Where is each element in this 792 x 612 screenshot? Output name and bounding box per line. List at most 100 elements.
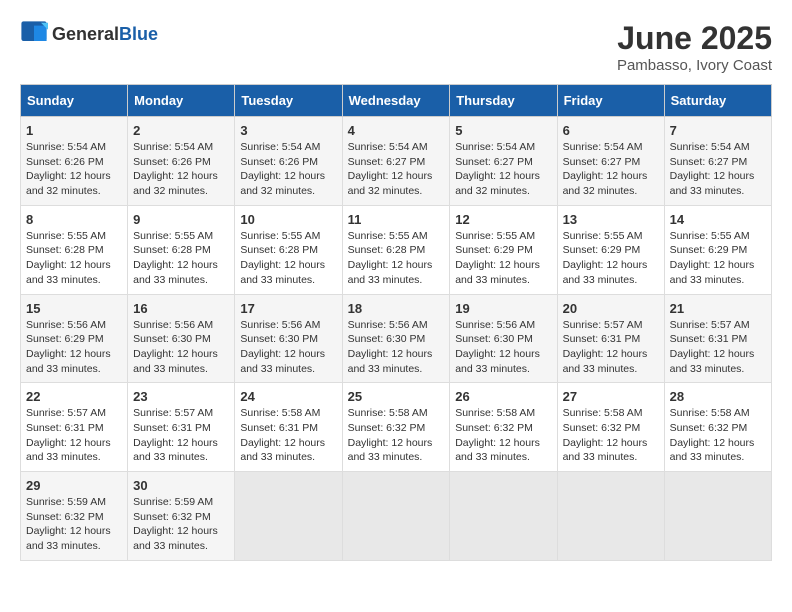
day-number: 13 xyxy=(563,212,659,227)
calendar-header: SundayMondayTuesdayWednesdayThursdayFrid… xyxy=(21,85,772,117)
title-area: June 2025 Pambasso, Ivory Coast xyxy=(617,20,772,74)
day-content: Sunrise: 5:55 AM Sunset: 6:29 PM Dayligh… xyxy=(455,229,551,288)
day-content: Sunrise: 5:54 AM Sunset: 6:27 PM Dayligh… xyxy=(670,140,766,199)
day-content: Sunrise: 5:55 AM Sunset: 6:28 PM Dayligh… xyxy=(133,229,229,288)
day-content: Sunrise: 5:54 AM Sunset: 6:26 PM Dayligh… xyxy=(133,140,229,199)
day-number: 4 xyxy=(348,123,445,138)
day-number: 8 xyxy=(26,212,122,227)
calendar-week-1: 1Sunrise: 5:54 AM Sunset: 6:26 PM Daylig… xyxy=(21,117,772,206)
day-content: Sunrise: 5:56 AM Sunset: 6:29 PM Dayligh… xyxy=(26,318,122,377)
calendar-cell: 4 Sunrise: 5:54 AM Sunset: 6:27 PM Daylig… xyxy=(342,117,450,206)
calendar-week-2: 8 Sunrise: 5:55 AM Sunset: 6:28 PM Daylig… xyxy=(21,205,772,294)
day-number: 19 xyxy=(455,301,551,316)
calendar-cell: 18 Sunrise: 5:56 AM Sunset: 6:30 PM Dayli… xyxy=(342,294,450,383)
calendar-cell: 20 Sunrise: 5:57 AM Sunset: 6:31 PM Dayli… xyxy=(557,294,664,383)
day-number: 29 xyxy=(26,478,122,493)
calendar-cell: 5 Sunrise: 5:54 AM Sunset: 6:27 PM Daylig… xyxy=(450,117,557,206)
calendar-cell: 23 Sunrise: 5:57 AM Sunset: 6:31 PM Dayli… xyxy=(128,383,235,472)
day-content: Sunrise: 5:58 AM Sunset: 6:32 PM Dayligh… xyxy=(670,406,766,465)
day-content: Sunrise: 5:56 AM Sunset: 6:30 PM Dayligh… xyxy=(240,318,336,377)
day-content: Sunrise: 5:55 AM Sunset: 6:28 PM Dayligh… xyxy=(348,229,445,288)
day-number: 30 xyxy=(133,478,229,493)
weekday-header-sunday: Sunday xyxy=(21,85,128,117)
month-title: June 2025 xyxy=(617,20,772,57)
calendar-week-3: 15Sunrise: 5:56 AM Sunset: 6:29 PM Dayli… xyxy=(21,294,772,383)
day-content: Sunrise: 5:55 AM Sunset: 6:29 PM Dayligh… xyxy=(563,229,659,288)
day-content: Sunrise: 5:58 AM Sunset: 6:32 PM Dayligh… xyxy=(563,406,659,465)
day-number: 20 xyxy=(563,301,659,316)
day-number: 21 xyxy=(670,301,766,316)
day-number: 11 xyxy=(348,212,445,227)
calendar-cell: 29 Sunrise: 5:59 AM Sunset: 6:32 PM Dayli… xyxy=(21,472,128,561)
day-number: 23 xyxy=(133,389,229,404)
calendar-cell xyxy=(235,472,342,561)
calendar-cell: 15Sunrise: 5:56 AM Sunset: 6:29 PM Dayli… xyxy=(21,294,128,383)
day-content: Sunrise: 5:58 AM Sunset: 6:32 PM Dayligh… xyxy=(455,406,551,465)
day-number: 27 xyxy=(563,389,659,404)
day-number: 7 xyxy=(670,123,766,138)
calendar-cell: 27 Sunrise: 5:58 AM Sunset: 6:32 PM Dayli… xyxy=(557,383,664,472)
day-number: 10 xyxy=(240,212,336,227)
day-content: Sunrise: 5:55 AM Sunset: 6:29 PM Dayligh… xyxy=(670,229,766,288)
day-content: Sunrise: 5:58 AM Sunset: 6:32 PM Dayligh… xyxy=(348,406,445,465)
calendar-cell: 7 Sunrise: 5:54 AM Sunset: 6:27 PM Daylig… xyxy=(664,117,771,206)
day-content: Sunrise: 5:56 AM Sunset: 6:30 PM Dayligh… xyxy=(348,318,445,377)
logo-general: General xyxy=(52,24,119,44)
header-row: SundayMondayTuesdayWednesdayThursdayFrid… xyxy=(21,85,772,117)
day-number: 6 xyxy=(563,123,659,138)
weekday-header-saturday: Saturday xyxy=(664,85,771,117)
weekday-header-thursday: Thursday xyxy=(450,85,557,117)
weekday-header-friday: Friday xyxy=(557,85,664,117)
calendar-week-5: 29 Sunrise: 5:59 AM Sunset: 6:32 PM Dayli… xyxy=(21,472,772,561)
calendar-cell: 1Sunrise: 5:54 AM Sunset: 6:26 PM Daylig… xyxy=(21,117,128,206)
day-number: 5 xyxy=(455,123,551,138)
day-number: 9 xyxy=(133,212,229,227)
calendar-cell xyxy=(664,472,771,561)
weekday-header-wednesday: Wednesday xyxy=(342,85,450,117)
weekday-header-monday: Monday xyxy=(128,85,235,117)
calendar-cell: 8 Sunrise: 5:55 AM Sunset: 6:28 PM Daylig… xyxy=(21,205,128,294)
day-content: Sunrise: 5:56 AM Sunset: 6:30 PM Dayligh… xyxy=(133,318,229,377)
day-content: Sunrise: 5:54 AM Sunset: 6:27 PM Dayligh… xyxy=(455,140,551,199)
day-content: Sunrise: 5:57 AM Sunset: 6:31 PM Dayligh… xyxy=(563,318,659,377)
day-number: 26 xyxy=(455,389,551,404)
day-number: 22 xyxy=(26,389,122,404)
day-number: 14 xyxy=(670,212,766,227)
day-content: Sunrise: 5:55 AM Sunset: 6:28 PM Dayligh… xyxy=(240,229,336,288)
logo-icon xyxy=(20,20,48,48)
day-content: Sunrise: 5:54 AM Sunset: 6:27 PM Dayligh… xyxy=(563,140,659,199)
day-number: 25 xyxy=(348,389,445,404)
calendar-cell: 24Sunrise: 5:58 AM Sunset: 6:31 PM Dayli… xyxy=(235,383,342,472)
location-title: Pambasso, Ivory Coast xyxy=(617,57,772,74)
calendar-cell: 25 Sunrise: 5:58 AM Sunset: 6:32 PM Dayli… xyxy=(342,383,450,472)
calendar-cell: 26 Sunrise: 5:58 AM Sunset: 6:32 PM Dayli… xyxy=(450,383,557,472)
calendar-cell: 28Sunrise: 5:58 AM Sunset: 6:32 PM Dayli… xyxy=(664,383,771,472)
logo-text: GeneralBlue xyxy=(52,24,158,45)
calendar-cell xyxy=(450,472,557,561)
calendar-cell: 11 Sunrise: 5:55 AM Sunset: 6:28 PM Dayli… xyxy=(342,205,450,294)
page-header: GeneralBlue June 2025 Pambasso, Ivory Co… xyxy=(20,20,772,74)
day-content: Sunrise: 5:54 AM Sunset: 6:26 PM Dayligh… xyxy=(26,140,122,199)
calendar-cell: 17Sunrise: 5:56 AM Sunset: 6:30 PM Dayli… xyxy=(235,294,342,383)
calendar-cell: 9 Sunrise: 5:55 AM Sunset: 6:28 PM Daylig… xyxy=(128,205,235,294)
calendar-table: SundayMondayTuesdayWednesdayThursdayFrid… xyxy=(20,84,772,561)
day-content: Sunrise: 5:54 AM Sunset: 6:27 PM Dayligh… xyxy=(348,140,445,199)
calendar-cell: 10 Sunrise: 5:55 AM Sunset: 6:28 PM Dayli… xyxy=(235,205,342,294)
day-content: Sunrise: 5:57 AM Sunset: 6:31 PM Dayligh… xyxy=(133,406,229,465)
day-content: Sunrise: 5:56 AM Sunset: 6:30 PM Dayligh… xyxy=(455,318,551,377)
day-content: Sunrise: 5:57 AM Sunset: 6:31 PM Dayligh… xyxy=(26,406,122,465)
day-content: Sunrise: 5:59 AM Sunset: 6:32 PM Dayligh… xyxy=(26,495,122,554)
day-number: 16 xyxy=(133,301,229,316)
calendar-cell: 3Sunrise: 5:54 AM Sunset: 6:26 PM Daylig… xyxy=(235,117,342,206)
calendar-cell: 21Sunrise: 5:57 AM Sunset: 6:31 PM Dayli… xyxy=(664,294,771,383)
calendar-cell: 30Sunrise: 5:59 AM Sunset: 6:32 PM Dayli… xyxy=(128,472,235,561)
calendar-week-4: 22 Sunrise: 5:57 AM Sunset: 6:31 PM Dayli… xyxy=(21,383,772,472)
calendar-cell: 6 Sunrise: 5:54 AM Sunset: 6:27 PM Daylig… xyxy=(557,117,664,206)
day-number: 12 xyxy=(455,212,551,227)
day-content: Sunrise: 5:55 AM Sunset: 6:28 PM Dayligh… xyxy=(26,229,122,288)
calendar-body: 1Sunrise: 5:54 AM Sunset: 6:26 PM Daylig… xyxy=(21,117,772,561)
day-number: 18 xyxy=(348,301,445,316)
calendar-container: SundayMondayTuesdayWednesdayThursdayFrid… xyxy=(20,84,772,561)
day-content: Sunrise: 5:54 AM Sunset: 6:26 PM Dayligh… xyxy=(240,140,336,199)
calendar-cell: 12 Sunrise: 5:55 AM Sunset: 6:29 PM Dayli… xyxy=(450,205,557,294)
